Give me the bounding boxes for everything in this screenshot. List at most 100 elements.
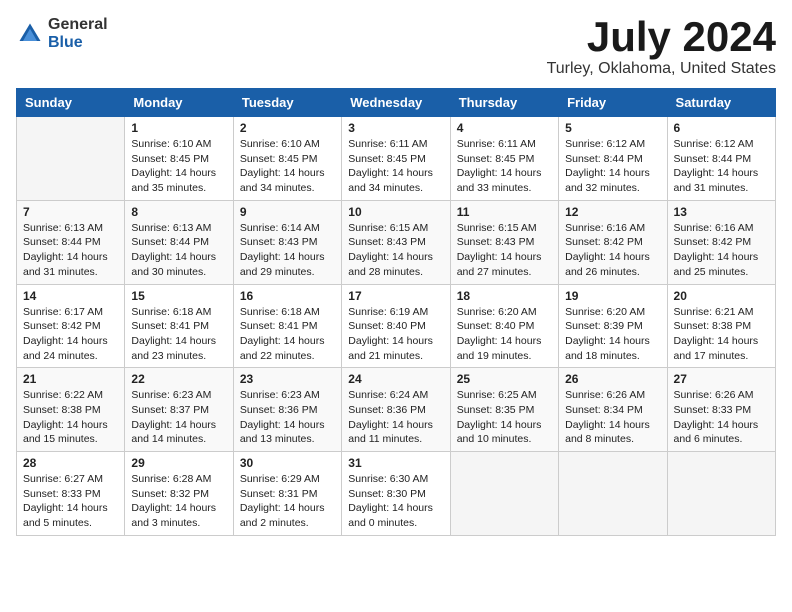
day-number: 26 (565, 372, 660, 386)
calendar-cell: 23 Sunrise: 6:23 AM Sunset: 8:36 PM Dayli… (233, 368, 341, 452)
header-day-thursday: Thursday (450, 89, 558, 117)
day-number: 30 (240, 456, 335, 470)
calendar-cell: 27Sunrise: 6:26 AM Sunset: 8:33 PM Dayli… (667, 368, 775, 452)
day-number: 9 (240, 205, 335, 219)
day-info: Sunrise: 6:18 AM Sunset: 8:41 PM Dayligh… (131, 305, 226, 364)
day-number: 4 (457, 121, 552, 135)
day-info: Sunrise: 6:12 AM Sunset: 8:44 PM Dayligh… (565, 137, 660, 196)
calendar-cell: 5 Sunrise: 6:12 AM Sunset: 8:44 PM Daylig… (559, 117, 667, 201)
calendar-cell: 3 Sunrise: 6:11 AM Sunset: 8:45 PM Daylig… (342, 117, 450, 201)
day-number: 25 (457, 372, 552, 386)
calendar-cell: 22 Sunrise: 6:23 AM Sunset: 8:37 PM Dayli… (125, 368, 233, 452)
logo-general-text: General (48, 16, 108, 34)
day-info: Sunrise: 6:22 AM Sunset: 8:38 PM Dayligh… (23, 388, 118, 447)
day-info: Sunrise: 6:10 AM Sunset: 8:45 PM Dayligh… (131, 137, 226, 196)
calendar-body: 1Sunrise: 6:10 AM Sunset: 8:45 PM Daylig… (17, 117, 776, 536)
day-info: Sunrise: 6:23 AM Sunset: 8:36 PM Dayligh… (240, 388, 335, 447)
calendar-cell: 4 Sunrise: 6:11 AM Sunset: 8:45 PM Daylig… (450, 117, 558, 201)
day-info: Sunrise: 6:20 AM Sunset: 8:40 PM Dayligh… (457, 305, 552, 364)
day-number: 19 (565, 289, 660, 303)
header-day-tuesday: Tuesday (233, 89, 341, 117)
calendar-cell (559, 452, 667, 536)
day-number: 7 (23, 205, 118, 219)
logo-blue-text: Blue (48, 34, 108, 52)
day-number: 17 (348, 289, 443, 303)
day-number: 14 (23, 289, 118, 303)
day-info: Sunrise: 6:10 AM Sunset: 8:45 PM Dayligh… (240, 137, 335, 196)
day-info: Sunrise: 6:11 AM Sunset: 8:45 PM Dayligh… (348, 137, 443, 196)
day-info: Sunrise: 6:23 AM Sunset: 8:37 PM Dayligh… (131, 388, 226, 447)
header-day-wednesday: Wednesday (342, 89, 450, 117)
day-number: 10 (348, 205, 443, 219)
day-number: 12 (565, 205, 660, 219)
day-info: Sunrise: 6:16 AM Sunset: 8:42 PM Dayligh… (674, 221, 769, 280)
day-info: Sunrise: 6:29 AM Sunset: 8:31 PM Dayligh… (240, 472, 335, 531)
title-block: July 2024 Turley, Oklahoma, United State… (547, 16, 776, 78)
day-number: 6 (674, 121, 769, 135)
day-number: 5 (565, 121, 660, 135)
calendar-cell: 19 Sunrise: 6:20 AM Sunset: 8:39 PM Dayli… (559, 284, 667, 368)
day-info: Sunrise: 6:30 AM Sunset: 8:30 PM Dayligh… (348, 472, 443, 531)
day-number: 2 (240, 121, 335, 135)
day-number: 8 (131, 205, 226, 219)
day-info: Sunrise: 6:27 AM Sunset: 8:33 PM Dayligh… (23, 472, 118, 531)
day-number: 21 (23, 372, 118, 386)
calendar-cell: 16Sunrise: 6:18 AM Sunset: 8:41 PM Dayli… (233, 284, 341, 368)
calendar-cell: 29Sunrise: 6:28 AM Sunset: 8:32 PM Dayli… (125, 452, 233, 536)
calendar-cell: 25 Sunrise: 6:25 AM Sunset: 8:35 PM Dayli… (450, 368, 558, 452)
calendar-cell: 14 Sunrise: 6:17 AM Sunset: 8:42 PM Dayli… (17, 284, 125, 368)
calendar-cell: 2 Sunrise: 6:10 AM Sunset: 8:45 PM Daylig… (233, 117, 341, 201)
day-number: 27 (674, 372, 769, 386)
day-number: 15 (131, 289, 226, 303)
calendar-cell: 7Sunrise: 6:13 AM Sunset: 8:44 PM Daylig… (17, 200, 125, 284)
calendar-cell: 15 Sunrise: 6:18 AM Sunset: 8:41 PM Dayli… (125, 284, 233, 368)
logo-text: General Blue (48, 16, 108, 51)
location-title: Turley, Oklahoma, United States (547, 60, 776, 78)
day-number: 16 (240, 289, 335, 303)
header-day-sunday: Sunday (17, 89, 125, 117)
month-title: July 2024 (547, 16, 776, 58)
logo: General Blue (16, 16, 108, 51)
day-info: Sunrise: 6:17 AM Sunset: 8:42 PM Dayligh… (23, 305, 118, 364)
day-number: 20 (674, 289, 769, 303)
day-info: Sunrise: 6:28 AM Sunset: 8:32 PM Dayligh… (131, 472, 226, 531)
day-number: 28 (23, 456, 118, 470)
calendar-table: SundayMondayTuesdayWednesdayThursdayFrid… (16, 88, 776, 536)
week-row-5: 28 Sunrise: 6:27 AM Sunset: 8:33 PM Dayli… (17, 452, 776, 536)
day-info: Sunrise: 6:21 AM Sunset: 8:38 PM Dayligh… (674, 305, 769, 364)
week-row-1: 1Sunrise: 6:10 AM Sunset: 8:45 PM Daylig… (17, 117, 776, 201)
day-number: 24 (348, 372, 443, 386)
page-header: General Blue July 2024 Turley, Oklahoma,… (16, 16, 776, 78)
day-info: Sunrise: 6:25 AM Sunset: 8:35 PM Dayligh… (457, 388, 552, 447)
calendar-cell: 20 Sunrise: 6:21 AM Sunset: 8:38 PM Dayli… (667, 284, 775, 368)
calendar-cell: 6 Sunrise: 6:12 AM Sunset: 8:44 PM Daylig… (667, 117, 775, 201)
calendar-cell: 21 Sunrise: 6:22 AM Sunset: 8:38 PM Dayli… (17, 368, 125, 452)
day-info: Sunrise: 6:26 AM Sunset: 8:34 PM Dayligh… (565, 388, 660, 447)
calendar-cell: 13 Sunrise: 6:16 AM Sunset: 8:42 PM Dayli… (667, 200, 775, 284)
calendar-header: SundayMondayTuesdayWednesdayThursdayFrid… (17, 89, 776, 117)
day-info: Sunrise: 6:13 AM Sunset: 8:44 PM Dayligh… (131, 221, 226, 280)
day-number: 3 (348, 121, 443, 135)
calendar-cell: 17Sunrise: 6:19 AM Sunset: 8:40 PM Dayli… (342, 284, 450, 368)
day-info: Sunrise: 6:12 AM Sunset: 8:44 PM Dayligh… (674, 137, 769, 196)
calendar-cell: 30 Sunrise: 6:29 AM Sunset: 8:31 PM Dayli… (233, 452, 341, 536)
day-info: Sunrise: 6:16 AM Sunset: 8:42 PM Dayligh… (565, 221, 660, 280)
calendar-cell: 24 Sunrise: 6:24 AM Sunset: 8:36 PM Dayli… (342, 368, 450, 452)
calendar-cell: 28 Sunrise: 6:27 AM Sunset: 8:33 PM Dayli… (17, 452, 125, 536)
calendar-cell: 26 Sunrise: 6:26 AM Sunset: 8:34 PM Dayli… (559, 368, 667, 452)
day-number: 23 (240, 372, 335, 386)
calendar-cell (667, 452, 775, 536)
calendar-cell: 31 Sunrise: 6:30 AM Sunset: 8:30 PM Dayli… (342, 452, 450, 536)
calendar-cell: 11Sunrise: 6:15 AM Sunset: 8:43 PM Dayli… (450, 200, 558, 284)
calendar-cell: 8 Sunrise: 6:13 AM Sunset: 8:44 PM Daylig… (125, 200, 233, 284)
day-info: Sunrise: 6:15 AM Sunset: 8:43 PM Dayligh… (348, 221, 443, 280)
calendar-cell (17, 117, 125, 201)
day-number: 31 (348, 456, 443, 470)
day-number: 13 (674, 205, 769, 219)
day-number: 22 (131, 372, 226, 386)
header-day-saturday: Saturday (667, 89, 775, 117)
day-info: Sunrise: 6:24 AM Sunset: 8:36 PM Dayligh… (348, 388, 443, 447)
day-info: Sunrise: 6:20 AM Sunset: 8:39 PM Dayligh… (565, 305, 660, 364)
day-info: Sunrise: 6:14 AM Sunset: 8:43 PM Dayligh… (240, 221, 335, 280)
day-info: Sunrise: 6:11 AM Sunset: 8:45 PM Dayligh… (457, 137, 552, 196)
